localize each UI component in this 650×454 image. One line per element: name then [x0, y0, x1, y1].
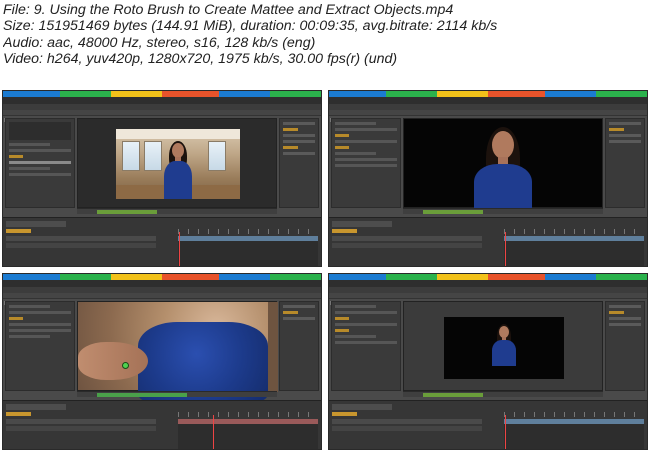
hand-closeup	[78, 342, 148, 380]
info-panel	[605, 301, 645, 391]
dress-closeup	[138, 322, 268, 402]
thumbnail-3[interactable]	[2, 273, 322, 450]
composition-viewer[interactable]	[403, 118, 603, 209]
app-title-bar	[3, 97, 321, 104]
app-title-bar	[329, 280, 647, 287]
tool-bar	[329, 293, 647, 305]
viewer-controls[interactable]	[403, 391, 603, 397]
timeline-panel[interactable]	[3, 217, 321, 266]
tool-bar	[3, 293, 321, 305]
composition-viewer[interactable]	[77, 118, 277, 208]
thumbnail-1[interactable]	[2, 90, 322, 267]
timeline-panel[interactable]	[329, 217, 647, 266]
composition-viewer[interactable]	[403, 301, 603, 391]
tool-bar	[329, 110, 647, 122]
viewer-controls[interactable]	[77, 208, 277, 214]
timeline-panel[interactable]	[3, 400, 321, 449]
file-size: Size: 151951469 bytes (144.91 MiB), dura…	[3, 18, 498, 35]
file-name: File: 9. Using the Roto Brush to Create …	[3, 2, 454, 18]
layer-viewer[interactable]	[77, 301, 278, 402]
viewer-controls[interactable]	[77, 391, 277, 397]
effects-panel	[331, 301, 401, 391]
app-title-bar	[329, 97, 647, 104]
video-info: Video: h264, yuv420p, 1280x720, 1975 kb/…	[3, 51, 398, 68]
info-panel	[279, 301, 319, 391]
project-panel	[5, 118, 75, 208]
tool-bar	[3, 110, 321, 122]
thumbnail-2[interactable]	[328, 90, 648, 267]
effects-panel	[5, 301, 75, 391]
info-panel	[279, 118, 319, 208]
file-info: File: 9. Using the Roto Brush to Create …	[3, 2, 647, 68]
timeline-panel[interactable]	[329, 400, 647, 449]
effects-panel	[331, 118, 401, 208]
info-panel	[605, 118, 645, 208]
thumbnail-4[interactable]	[328, 273, 648, 450]
audio-info: Audio: aac, 48000 Hz, stereo, s16, 128 k…	[3, 34, 316, 51]
roto-brush-cursor-icon	[122, 362, 129, 369]
app-title-bar	[3, 280, 321, 287]
viewer-controls[interactable]	[403, 208, 603, 214]
